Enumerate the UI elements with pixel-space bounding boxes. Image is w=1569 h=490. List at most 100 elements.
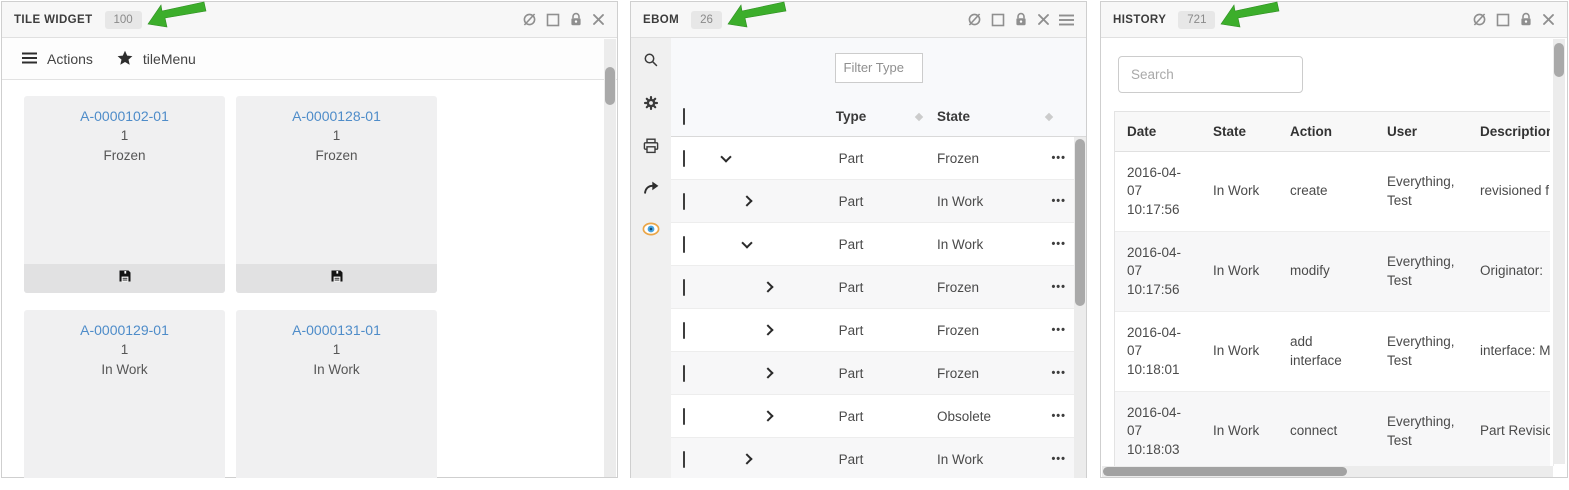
vertical-scrollbar[interactable]: [1074, 137, 1086, 478]
tile-card[interactable]: A-0000131-01 1 In Work: [236, 310, 437, 478]
maximize-icon[interactable]: [546, 13, 560, 27]
search-input[interactable]: [1118, 56, 1303, 93]
ebom-table-area: Type State Part Frozen ••• Part: [671, 38, 1086, 478]
column-header-action: Action: [1290, 124, 1387, 139]
ebom-side-toolbar: [631, 38, 671, 478]
cell-state: In Work: [1213, 342, 1290, 360]
search-icon[interactable]: [643, 52, 659, 73]
chevron-right-icon[interactable]: [762, 281, 773, 292]
lock-icon[interactable]: [1014, 12, 1028, 27]
eye-icon[interactable]: [642, 222, 660, 241]
select-all-checkbox[interactable]: [683, 108, 685, 125]
cell-date: 2016-04-07 10:17:56: [1115, 164, 1213, 219]
chevron-right-icon[interactable]: [741, 453, 752, 464]
tile-state: In Work: [236, 360, 437, 380]
share-icon[interactable]: [643, 181, 659, 200]
refresh-icon[interactable]: [967, 12, 982, 27]
tile-widget-panel: TILE WIDGET 100 Actions tileMenu A-00001…: [1, 1, 618, 478]
tile-save-footer[interactable]: [24, 264, 225, 293]
cell-state: Frozen: [931, 280, 1036, 295]
cell-state: In Work: [1213, 262, 1290, 280]
column-header-state[interactable]: State: [931, 109, 1036, 124]
tile-link[interactable]: A-0000128-01: [236, 106, 437, 126]
chevron-down-icon[interactable]: [741, 237, 752, 248]
maximize-icon[interactable]: [991, 13, 1005, 27]
scrollbar-thumb[interactable]: [605, 67, 615, 105]
table-row[interactable]: Part In Work •••: [671, 223, 1086, 266]
cell-type: Part: [796, 323, 906, 338]
row-checkbox[interactable]: [683, 193, 685, 210]
tile-qty: 1: [236, 126, 437, 146]
row-checkbox[interactable]: [683, 279, 685, 296]
maximize-icon[interactable]: [1496, 13, 1510, 27]
tile-card[interactable]: A-0000128-01 1 Frozen: [236, 96, 437, 293]
tile-state: Frozen: [236, 146, 437, 166]
ebom-header: EBOM 26: [631, 2, 1086, 38]
table-row[interactable]: Part Frozen •••: [671, 266, 1086, 309]
table-row[interactable]: Part Frozen •••: [671, 352, 1086, 395]
cell-action: create: [1290, 182, 1387, 200]
table-row[interactable]: Part In Work •••: [671, 438, 1086, 478]
vertical-scrollbar[interactable]: [604, 39, 616, 477]
refresh-icon[interactable]: [522, 12, 537, 27]
scrollbar-thumb[interactable]: [1554, 43, 1564, 77]
row-checkbox[interactable]: [683, 150, 685, 167]
tile-save-footer[interactable]: [236, 264, 437, 293]
close-icon[interactable]: [1542, 13, 1555, 26]
row-checkbox[interactable]: [683, 408, 685, 425]
actions-menu[interactable]: Actions: [22, 51, 93, 67]
hamburger-icon: [22, 51, 37, 67]
tile-link[interactable]: A-0000129-01: [24, 320, 225, 340]
chevron-down-icon[interactable]: [720, 151, 731, 162]
cell-action: connect: [1290, 422, 1387, 440]
table-row[interactable]: Part Obsolete •••: [671, 395, 1086, 438]
chevron-right-icon[interactable]: [762, 324, 773, 335]
cell-user: Everything, Test: [1387, 333, 1480, 369]
table-row[interactable]: 2016-04-07 10:17:56 In Work create Every…: [1115, 152, 1550, 232]
cell-action: modify: [1290, 262, 1387, 280]
refresh-icon[interactable]: [1472, 12, 1487, 27]
table-row[interactable]: Part In Work •••: [671, 180, 1086, 223]
tile-menu-label: tileMenu: [143, 51, 196, 67]
close-icon[interactable]: [1037, 13, 1050, 26]
cell-user: Everything, Test: [1387, 253, 1480, 289]
row-checkbox[interactable]: [683, 451, 685, 468]
print-icon[interactable]: [643, 138, 659, 159]
ebom-rows: Part Frozen ••• Part In Work ••• Part: [671, 137, 1086, 478]
chevron-right-icon[interactable]: [741, 195, 752, 206]
lock-icon[interactable]: [569, 12, 583, 27]
cell-state: Obsolete: [931, 409, 1036, 424]
cell-state: In Work: [931, 452, 1036, 467]
tile-menu[interactable]: tileMenu: [117, 50, 196, 68]
row-checkbox[interactable]: [683, 322, 685, 339]
gear-icon[interactable]: [643, 95, 659, 116]
annotation-arrow: [726, 0, 788, 33]
lock-icon[interactable]: [1519, 12, 1533, 27]
vertical-scrollbar[interactable]: [1553, 39, 1565, 466]
row-checkbox[interactable]: [683, 365, 685, 382]
scrollbar-thumb[interactable]: [1103, 467, 1347, 476]
tile-card[interactable]: A-0000129-01 1 In Work: [24, 310, 225, 478]
history-panel: HISTORY 721 Date State Action User Descr…: [1100, 1, 1568, 478]
cell-type: Part: [796, 452, 906, 467]
scrollbar-thumb[interactable]: [1075, 139, 1085, 306]
sort-icon[interactable]: [1044, 112, 1052, 120]
table-row[interactable]: Part Frozen •••: [671, 137, 1086, 180]
table-row[interactable]: Part Frozen •••: [671, 309, 1086, 352]
sort-icon[interactable]: [914, 112, 922, 120]
filter-type-input[interactable]: [835, 53, 923, 83]
table-row[interactable]: 2016-04-07 10:18:01 In Work add interfac…: [1115, 312, 1550, 392]
table-row[interactable]: 2016-04-07 10:18:03 In Work connect Ever…: [1115, 392, 1550, 472]
close-icon[interactable]: [592, 13, 605, 26]
table-row[interactable]: 2016-04-07 10:17:56 In Work modify Every…: [1115, 232, 1550, 312]
chevron-right-icon[interactable]: [762, 410, 773, 421]
tile-link[interactable]: A-0000102-01: [24, 106, 225, 126]
column-header-type[interactable]: Type: [796, 109, 906, 124]
menu-icon[interactable]: [1059, 14, 1074, 26]
cell-state: Frozen: [931, 151, 1036, 166]
chevron-right-icon[interactable]: [762, 367, 773, 378]
tile-link[interactable]: A-0000131-01: [236, 320, 437, 340]
tile-card[interactable]: A-0000102-01 1 Frozen: [24, 96, 225, 293]
row-checkbox[interactable]: [683, 236, 685, 253]
horizontal-scrollbar[interactable]: [1102, 466, 1553, 477]
